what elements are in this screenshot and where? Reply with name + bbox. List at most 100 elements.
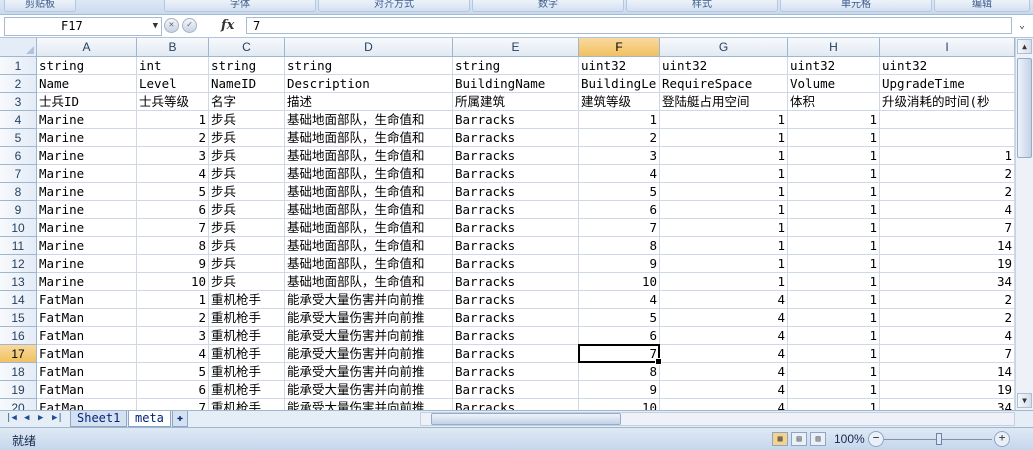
table-cell[interactable]: 8 bbox=[137, 237, 209, 255]
table-cell[interactable]: 2 bbox=[137, 309, 209, 327]
table-cell[interactable]: 5 bbox=[137, 183, 209, 201]
table-cell[interactable]: 步兵 bbox=[209, 237, 285, 255]
row-header[interactable]: 1 bbox=[0, 57, 37, 75]
table-cell[interactable]: Marine bbox=[37, 255, 137, 273]
table-cell[interactable]: 1 bbox=[788, 363, 880, 381]
normal-view-icon[interactable]: ▦ bbox=[772, 432, 788, 446]
table-cell[interactable]: 升级消耗的时间(秒 bbox=[880, 93, 1015, 111]
table-cell[interactable]: Description bbox=[285, 75, 453, 93]
table-cell[interactable]: 能承受大量伤害并向前推 bbox=[285, 345, 453, 363]
table-cell[interactable]: 4 bbox=[660, 363, 788, 381]
table-cell[interactable]: Marine bbox=[37, 237, 137, 255]
table-cell[interactable]: 1 bbox=[660, 255, 788, 273]
table-cell[interactable]: BuildingName bbox=[453, 75, 579, 93]
table-cell[interactable]: 登陆艇占用空间 bbox=[660, 93, 788, 111]
table-cell[interactable]: string bbox=[37, 57, 137, 75]
table-cell[interactable]: 士兵ID bbox=[37, 93, 137, 111]
table-cell[interactable]: 基础地面部队，生命值和 bbox=[285, 183, 453, 201]
zoom-level[interactable]: 100% bbox=[834, 432, 865, 446]
table-cell[interactable]: Barracks bbox=[453, 255, 579, 273]
table-cell[interactable]: 4 bbox=[660, 309, 788, 327]
vertical-scroll-thumb[interactable] bbox=[1017, 58, 1032, 158]
table-cell[interactable]: 重机枪手 bbox=[209, 309, 285, 327]
row-header[interactable]: 7 bbox=[0, 165, 37, 183]
table-cell[interactable]: FatMan bbox=[37, 399, 137, 410]
table-cell[interactable]: Level bbox=[137, 75, 209, 93]
table-cell[interactable]: 步兵 bbox=[209, 219, 285, 237]
table-cell[interactable]: Marine bbox=[37, 165, 137, 183]
table-cell[interactable]: 4 bbox=[137, 165, 209, 183]
table-cell[interactable]: 5 bbox=[579, 183, 660, 201]
table-cell[interactable]: 7 bbox=[880, 345, 1015, 363]
table-cell[interactable]: FatMan bbox=[37, 345, 137, 363]
table-cell[interactable]: 3 bbox=[137, 147, 209, 165]
table-cell[interactable]: 8 bbox=[579, 237, 660, 255]
table-cell[interactable]: 重机枪手 bbox=[209, 363, 285, 381]
row-header[interactable]: 18 bbox=[0, 363, 37, 381]
table-cell[interactable]: 1 bbox=[660, 147, 788, 165]
table-cell[interactable]: 5 bbox=[579, 309, 660, 327]
column-header[interactable]: F bbox=[579, 38, 660, 57]
table-cell[interactable]: 1 bbox=[788, 399, 880, 410]
table-cell[interactable]: string bbox=[453, 57, 579, 75]
row-header[interactable]: 9 bbox=[0, 201, 37, 219]
row-header[interactable]: 3 bbox=[0, 93, 37, 111]
table-cell[interactable]: 基础地面部队，生命值和 bbox=[285, 219, 453, 237]
scroll-down-icon[interactable]: ▼ bbox=[1017, 393, 1032, 408]
column-header[interactable]: C bbox=[209, 38, 285, 57]
table-cell[interactable]: 6 bbox=[137, 381, 209, 399]
vertical-scrollbar[interactable]: ▲ ▼ bbox=[1015, 38, 1033, 410]
table-cell[interactable]: 4 bbox=[137, 345, 209, 363]
row-header[interactable]: 6 bbox=[0, 147, 37, 165]
table-cell[interactable]: 10 bbox=[579, 399, 660, 410]
table-cell[interactable]: 10 bbox=[137, 273, 209, 291]
table-cell[interactable]: 步兵 bbox=[209, 273, 285, 291]
table-cell[interactable]: int bbox=[137, 57, 209, 75]
table-cell[interactable]: 步兵 bbox=[209, 129, 285, 147]
table-cell[interactable]: Marine bbox=[37, 111, 137, 129]
scroll-up-icon[interactable]: ▲ bbox=[1017, 39, 1032, 54]
column-header[interactable]: I bbox=[880, 38, 1015, 57]
table-cell[interactable]: Barracks bbox=[453, 399, 579, 410]
table-cell[interactable]: 2 bbox=[579, 129, 660, 147]
table-cell[interactable]: 3 bbox=[137, 327, 209, 345]
table-cell[interactable]: NameID bbox=[209, 75, 285, 93]
table-cell[interactable]: 1 bbox=[137, 291, 209, 309]
table-cell[interactable]: Marine bbox=[37, 219, 137, 237]
horizontal-scroll-thumb[interactable] bbox=[431, 413, 621, 425]
table-cell[interactable]: 2 bbox=[137, 129, 209, 147]
table-cell[interactable]: 1 bbox=[788, 111, 880, 129]
table-cell[interactable]: 1 bbox=[660, 219, 788, 237]
table-cell[interactable]: BuildingLe bbox=[579, 75, 660, 93]
active-cell-selection[interactable] bbox=[578, 344, 662, 365]
spreadsheet-grid[interactable]: A B C D E F G H I 1 string int string string string uin… bbox=[0, 38, 1015, 410]
table-cell[interactable]: 1 bbox=[788, 183, 880, 201]
row-header[interactable]: 11 bbox=[0, 237, 37, 255]
row-header[interactable]: 19 bbox=[0, 381, 37, 399]
table-cell[interactable]: 步兵 bbox=[209, 165, 285, 183]
row-header[interactable]: 5 bbox=[0, 129, 37, 147]
table-cell[interactable]: 能承受大量伤害并向前推 bbox=[285, 399, 453, 410]
table-cell[interactable]: 34 bbox=[880, 399, 1015, 410]
row-header[interactable]: 15 bbox=[0, 309, 37, 327]
table-cell[interactable]: 14 bbox=[880, 363, 1015, 381]
table-cell[interactable]: 基础地面部队，生命值和 bbox=[285, 111, 453, 129]
table-cell[interactable]: 8 bbox=[579, 363, 660, 381]
table-cell[interactable]: Barracks bbox=[453, 219, 579, 237]
table-cell[interactable]: 4 bbox=[880, 327, 1015, 345]
table-cell[interactable]: Marine bbox=[37, 273, 137, 291]
row-header[interactable]: 13 bbox=[0, 273, 37, 291]
table-cell[interactable]: 1 bbox=[788, 273, 880, 291]
table-cell[interactable]: 体积 bbox=[788, 93, 880, 111]
table-cell[interactable]: Barracks bbox=[453, 147, 579, 165]
table-cell[interactable]: 基础地面部队，生命值和 bbox=[285, 255, 453, 273]
table-cell[interactable]: 基础地面部队，生命值和 bbox=[285, 147, 453, 165]
table-cell[interactable]: 步兵 bbox=[209, 255, 285, 273]
table-cell[interactable]: 7 bbox=[137, 399, 209, 410]
table-cell[interactable]: uint32 bbox=[788, 57, 880, 75]
last-sheet-icon[interactable]: ▶| bbox=[52, 413, 63, 423]
table-cell[interactable]: 1 bbox=[788, 309, 880, 327]
table-cell[interactable]: FatMan bbox=[37, 309, 137, 327]
chevron-down-icon[interactable]: ▼ bbox=[153, 18, 158, 35]
table-cell[interactable]: 1 bbox=[788, 291, 880, 309]
